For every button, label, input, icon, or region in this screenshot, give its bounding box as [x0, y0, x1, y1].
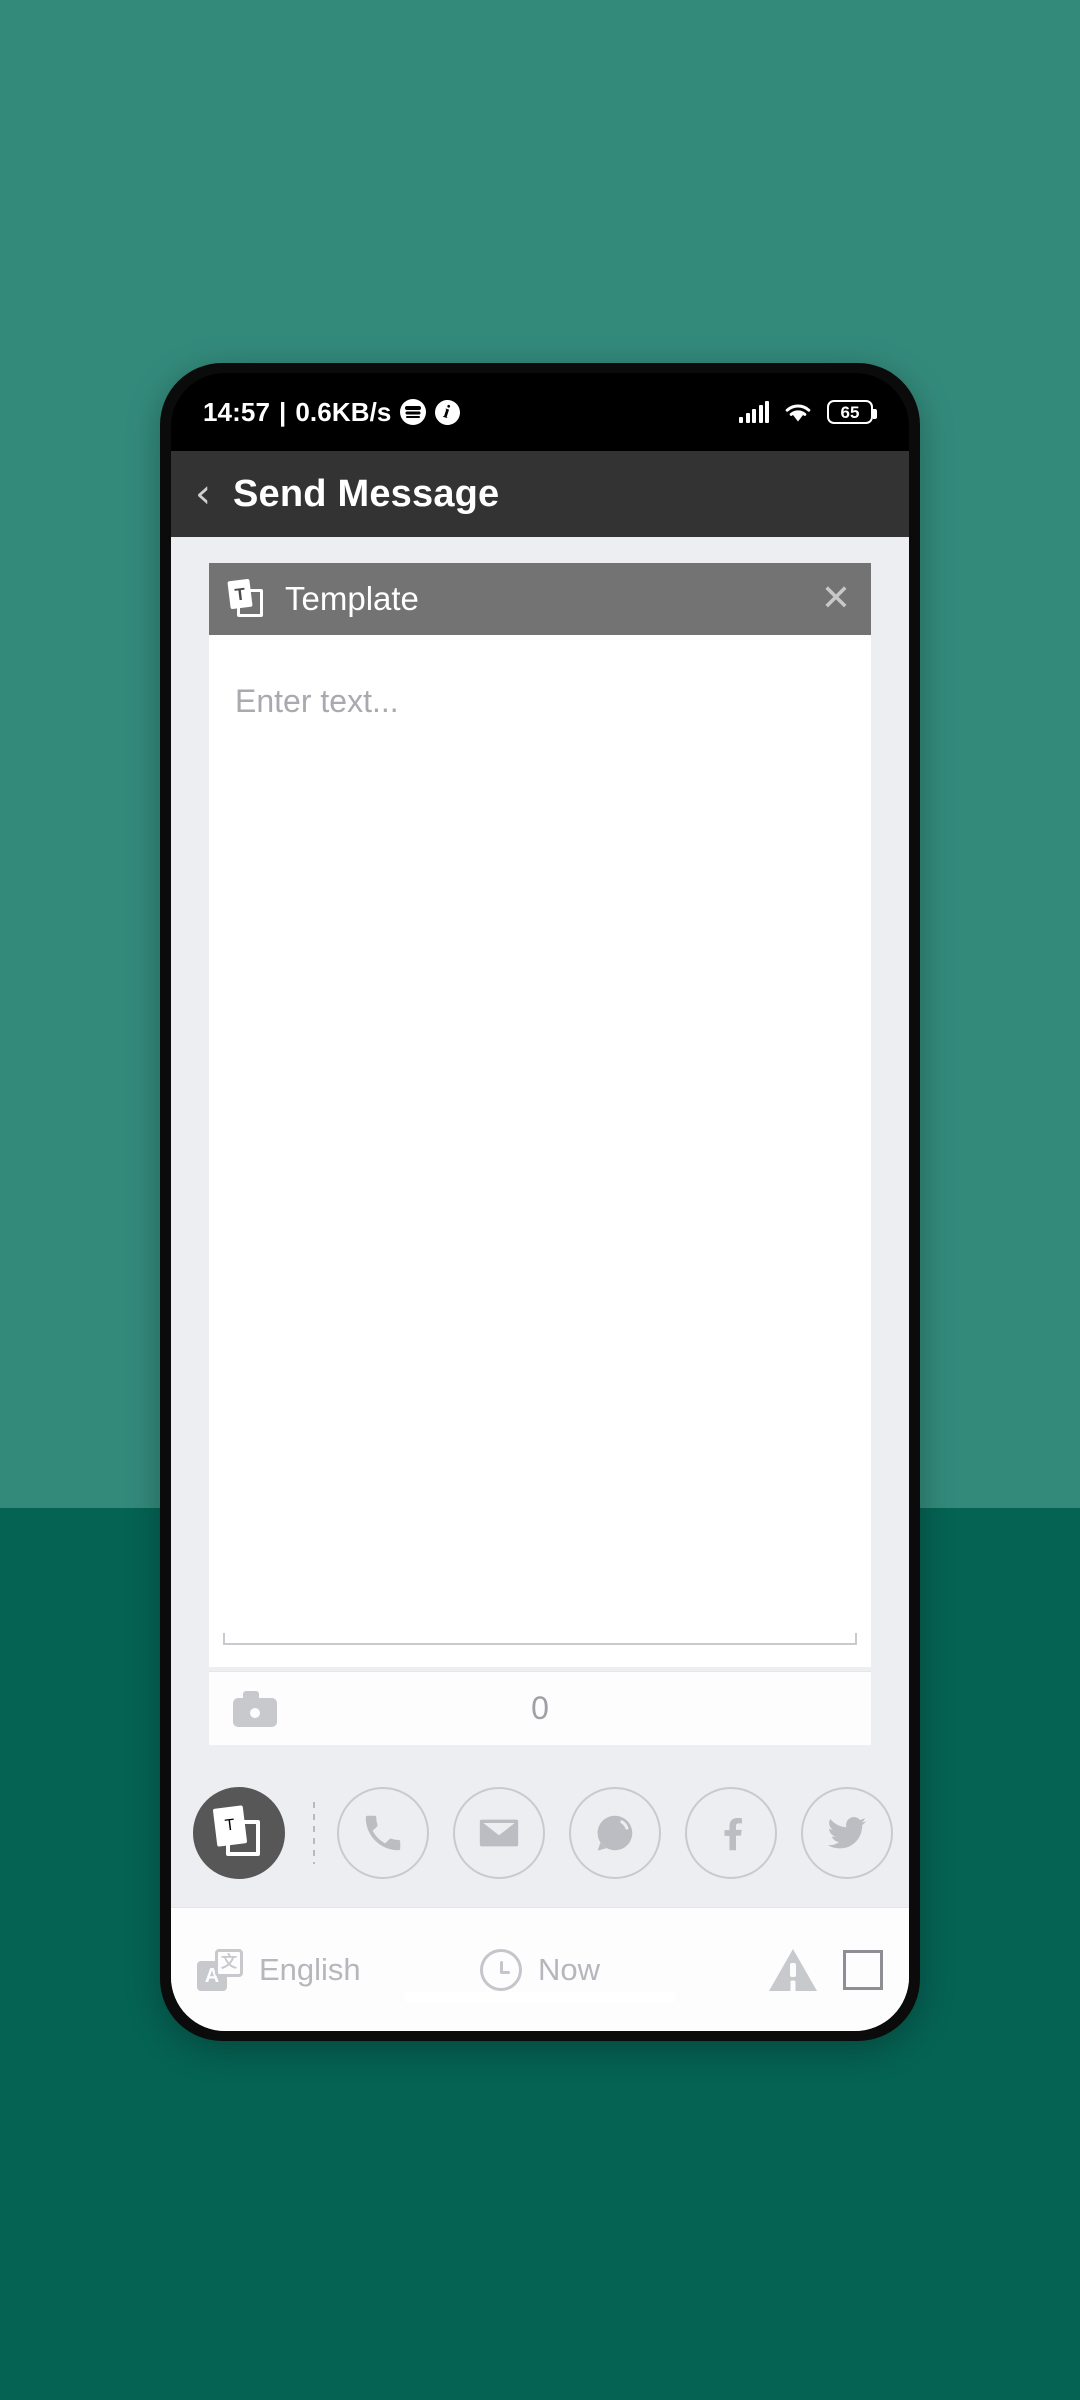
home-indicator[interactable]	[404, 1992, 676, 2003]
message-placeholder: Enter text...	[235, 683, 399, 719]
status-bar-left: 14:57 | 0.6KB/s	[203, 396, 464, 428]
phone-icon	[365, 1815, 401, 1851]
battery-icon: 65	[827, 400, 877, 424]
schedule-label: Now	[537, 1951, 601, 1987]
template-header-label: Template	[285, 580, 419, 617]
status-time: 14:57	[203, 396, 270, 427]
template-icon: T	[227, 578, 267, 619]
channel-twitter[interactable]	[801, 1787, 893, 1879]
warning-icon[interactable]	[769, 1948, 817, 1991]
bottom-toolbar: A 文 English Now	[171, 1907, 909, 2031]
wifi-icon	[785, 404, 811, 422]
phone-device-frame: 14:57 | 0.6KB/s 65	[160, 363, 920, 2041]
message-text-area[interactable]: Enter text...	[209, 635, 871, 1667]
battery-level-label: 65	[840, 402, 860, 422]
bottom-toolbar-right	[769, 1948, 883, 1991]
notification-icon	[432, 396, 464, 428]
translate-cjk-glyph: 文	[220, 1953, 237, 1971]
language-selector[interactable]: A 文 English	[197, 1948, 361, 1991]
channel-template[interactable]: TemplateT	[193, 1787, 285, 1879]
language-label: English	[259, 1951, 361, 1987]
close-icon[interactable]: ✕	[821, 581, 851, 617]
twitter-icon	[827, 1817, 867, 1849]
schedule-selector[interactable]: Now	[479, 1948, 601, 1991]
facebook-icon	[724, 1818, 742, 1851]
spotify-icon	[400, 399, 427, 425]
composer-meta-row: 0	[209, 1671, 871, 1745]
channel-chat[interactable]	[569, 1787, 661, 1879]
email-icon	[479, 1819, 519, 1847]
back-icon[interactable]: ‹	[187, 470, 219, 518]
channel-phone[interactable]	[337, 1787, 429, 1879]
template-header-bar[interactable]: T Template ✕	[209, 563, 871, 635]
app-bar: ‹ Send Message	[171, 451, 909, 537]
status-bar: 14:57 | 0.6KB/s 65	[171, 373, 909, 451]
chat-bubble-icon	[597, 1815, 633, 1851]
translate-icon: A 文	[197, 1948, 243, 1991]
channel-selector[interactable]: TemplateT	[171, 1759, 909, 1907]
character-counter: 0	[531, 1690, 549, 1726]
select-all-checkbox[interactable]	[843, 1949, 883, 1990]
template-icon: TemplateT	[212, 1805, 266, 1860]
template-icon-letter: T	[233, 583, 247, 605]
status-bar-right: 65	[739, 400, 877, 424]
channel-facebook[interactable]	[685, 1787, 777, 1879]
app-content: T Template ✕ Enter text... 0 T A 文 Engli…	[171, 537, 909, 2031]
text-field-underline	[223, 1633, 857, 1645]
phone-screen: 14:57 | 0.6KB/s 65	[171, 373, 909, 2031]
channel-email[interactable]	[453, 1787, 545, 1879]
status-network-speed: 0.6KB/s	[295, 396, 392, 427]
page-title: Send Message	[233, 472, 500, 515]
cellular-signal-icon	[739, 401, 769, 423]
clock-icon	[479, 1948, 522, 1991]
channel-divider	[313, 1802, 315, 1864]
status-separator: |	[279, 396, 287, 427]
